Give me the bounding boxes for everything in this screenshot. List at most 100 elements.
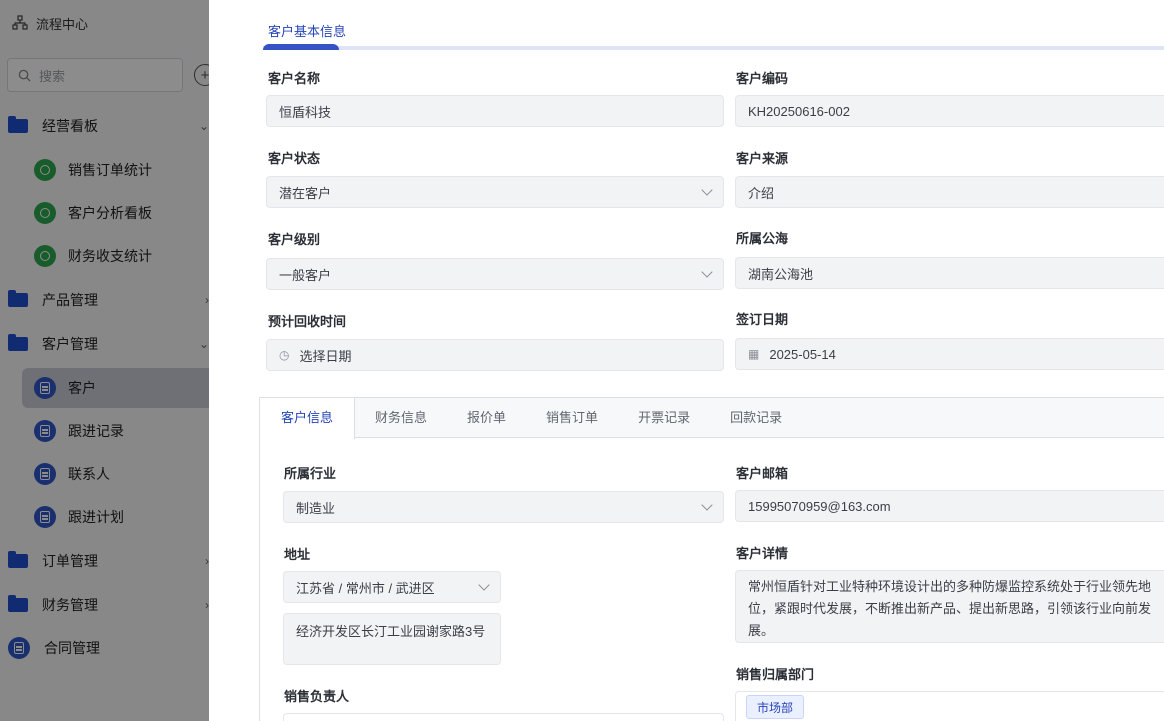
region-cascader[interactable]: 江苏省 / 常州市 / 武进区 <box>283 571 501 603</box>
sidebar-item-follow-plan[interactable]: 跟进计划 <box>0 497 209 537</box>
chevron-down-icon <box>701 499 713 511</box>
chevron-down-icon: ⌄ <box>198 337 209 351</box>
search-icon <box>18 69 31 82</box>
customer-detail-textarea[interactable]: 常州恒盾针对工业特种环境设计出的多种防爆监控系统处于行业领先地位，紧跟时代发展，… <box>735 570 1164 643</box>
document-icon <box>34 463 56 485</box>
sidebar-item-label: 客户分析看板 <box>68 205 152 221</box>
sidebar-group-order[interactable]: 订单管理 › <box>0 541 209 581</box>
add-icon[interactable]: + <box>194 64 209 86</box>
sign-date-label: 签订日期 <box>736 312 789 327</box>
customer-detail-drawer: 客户基本信息 客户名称 恒盾科技 客户编码 KH20250616-002 客户状… <box>209 0 1164 721</box>
customer-level-value: 一般客户 <box>279 267 332 283</box>
sign-date-picker[interactable]: ▦ 2025-05-14 <box>735 338 1164 370</box>
sales-owner-label: 销售负责人 <box>284 689 350 704</box>
industry-select[interactable]: 制造业 <box>283 491 724 523</box>
region-value: 江苏省 / 常州市 / 武进区 <box>296 580 435 596</box>
sidebar-item-finance-stats[interactable]: 财务收支统计 <box>0 236 209 276</box>
sidebar-group-label: 产品管理 <box>42 292 98 308</box>
industry-value: 制造业 <box>296 500 336 516</box>
sidebar-group-finance[interactable]: 财务管理 › <box>0 585 209 625</box>
street-address-textarea[interactable]: 经济开发区长汀工业园谢家路3号 <box>283 613 501 665</box>
customer-level-select[interactable]: 一般客户 <box>266 258 724 290</box>
public-sea-value: 湖南公海池 <box>748 266 814 282</box>
section-active-indicator <box>263 44 339 50</box>
folder-icon <box>8 334 28 351</box>
email-value: 15995070959@163.com <box>748 498 891 514</box>
tab-bar: 客户信息 财务信息 报价单 销售订单 开票记录 回款记录 <box>260 398 1164 439</box>
org-chart-icon <box>12 15 28 30</box>
sidebar-item-contract[interactable]: 合同管理 <box>0 628 209 668</box>
chevron-down-icon <box>701 266 713 278</box>
customer-code-field[interactable]: KH20250616-002 <box>735 95 1164 127</box>
industry-label: 所属行业 <box>284 466 337 481</box>
sidebar-top-title: 流程中心 <box>36 16 89 32</box>
chart-icon <box>34 245 56 267</box>
sidebar-item-sales-order-stats[interactable]: 销售订单统计 <box>0 150 209 190</box>
sign-date-value: 2025-05-14 <box>769 346 836 362</box>
document-icon <box>34 506 56 528</box>
sidebar-item-label: 联系人 <box>68 466 110 482</box>
customer-name-field[interactable]: 恒盾科技 <box>266 95 724 127</box>
customer-detail-value: 常州恒盾针对工业特种环境设计出的多种防爆监控系统处于行业领先地位，紧跟时代发展，… <box>748 579 1152 638</box>
sidebar-group-product[interactable]: 产品管理 › <box>0 280 209 320</box>
public-sea-label: 所属公海 <box>736 231 789 246</box>
customer-code-label: 客户编码 <box>736 71 789 86</box>
sidebar-top[interactable]: 流程中心 <box>0 0 209 46</box>
sidebar-item-label: 财务收支统计 <box>68 248 152 264</box>
tab-quotation[interactable]: 报价单 <box>447 398 526 438</box>
sidebar-item-label: 合同管理 <box>44 640 100 656</box>
customer-status-label: 客户状态 <box>268 151 321 166</box>
document-icon <box>8 637 30 659</box>
sidebar-group-label: 客户管理 <box>42 336 98 352</box>
section-tab-basic-info[interactable]: 客户基本信息 <box>263 18 351 46</box>
sidebar-group-dashboard[interactable]: 经营看板 ⌄ <box>0 106 209 146</box>
chart-icon <box>34 202 56 224</box>
customer-name-label: 客户名称 <box>268 71 321 86</box>
sidebar-group-label: 订单管理 <box>42 553 98 569</box>
sales-dept-label: 销售归属部门 <box>736 667 815 682</box>
email-field[interactable]: 15995070959@163.com <box>735 490 1164 522</box>
sidebar-item-label: 跟进计划 <box>68 509 124 525</box>
tab-customer-info[interactable]: 客户信息 <box>260 398 356 439</box>
sidebar-item-contacts[interactable]: 联系人 <box>0 454 209 494</box>
sidebar-item-follow-records[interactable]: 跟进记录 <box>0 411 209 451</box>
dept-tag-label: 市场部 <box>757 700 794 715</box>
recover-time-label: 预计回收时间 <box>268 314 347 329</box>
folder-icon <box>8 595 28 612</box>
tab-invoice-records[interactable]: 开票记录 <box>618 398 710 438</box>
recover-date-placeholder: 选择日期 <box>299 348 352 364</box>
tab-finance-info[interactable]: 财务信息 <box>355 398 447 438</box>
sidebar: 流程中心 搜索 + 经营看板 ⌄ 销售订单统计 客户分析看板 财务收支统计 产品… <box>0 0 209 721</box>
calendar-icon: ▦ <box>748 347 760 361</box>
street-address-value: 经济开发区长汀工业园谢家路3号 <box>296 624 486 639</box>
sidebar-group-label: 财务管理 <box>42 597 98 613</box>
customer-code-value: KH20250616-002 <box>748 103 850 119</box>
email-label: 客户邮箱 <box>736 466 789 481</box>
search-placeholder: 搜索 <box>39 68 66 84</box>
sidebar-item-label: 跟进记录 <box>68 423 124 439</box>
recover-date-picker[interactable]: ◷ 选择日期 <box>266 339 724 371</box>
sidebar-group-label: 经营看板 <box>42 118 98 134</box>
document-icon <box>34 377 56 399</box>
section-divider <box>263 46 1164 50</box>
chevron-down-icon <box>478 579 490 591</box>
tab-sales-order[interactable]: 销售订单 <box>526 398 618 438</box>
customer-level-label: 客户级别 <box>268 232 321 247</box>
sidebar-item-label: 销售订单统计 <box>68 162 152 178</box>
document-icon <box>34 420 56 442</box>
customer-status-select[interactable]: 潜在客户 <box>266 176 724 208</box>
sidebar-group-customer[interactable]: 客户管理 ⌄ <box>0 324 209 364</box>
public-sea-field[interactable]: 湖南公海池 <box>735 257 1164 289</box>
customer-source-field[interactable]: 介绍 <box>735 176 1164 208</box>
sales-owner-field[interactable] <box>283 713 724 721</box>
search-input[interactable]: 搜索 <box>7 58 183 92</box>
customer-source-value: 介绍 <box>748 185 775 201</box>
chevron-down-icon <box>701 184 713 196</box>
dept-tag: 市场部 <box>746 695 805 719</box>
tab-payment-records[interactable]: 回款记录 <box>710 398 802 438</box>
customer-source-label: 客户来源 <box>736 151 789 166</box>
sidebar-item-customer[interactable]: 客户 <box>22 368 209 408</box>
sidebar-item-customer-analysis[interactable]: 客户分析看板 <box>0 193 209 233</box>
folder-icon <box>8 116 28 133</box>
folder-icon <box>8 551 28 568</box>
